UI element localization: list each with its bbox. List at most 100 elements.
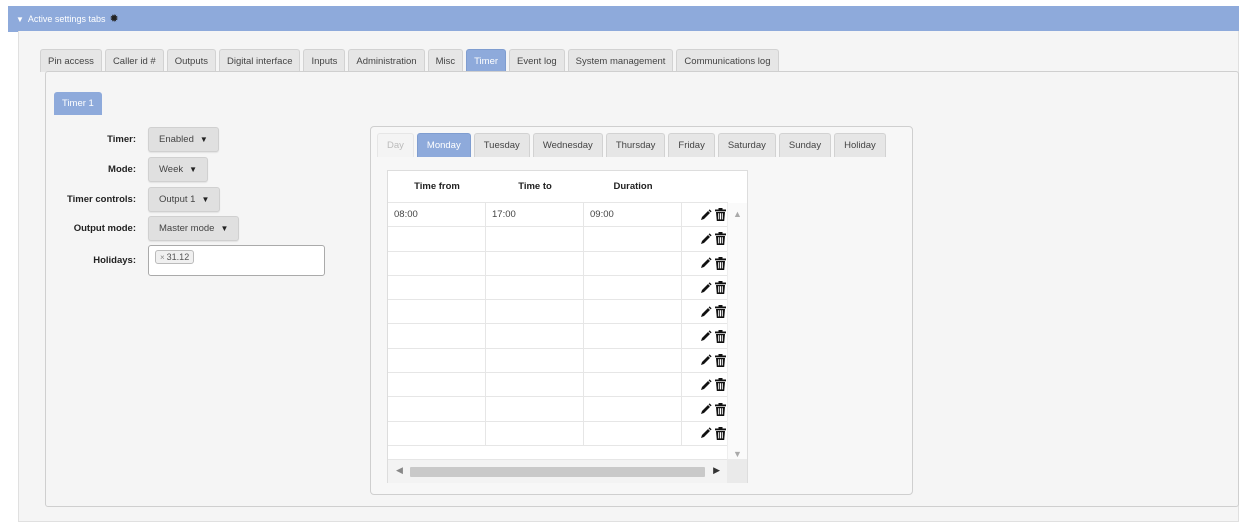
output-mode-dropdown[interactable]: Master mode ▼ [148, 216, 240, 241]
duration-cell[interactable] [584, 421, 682, 445]
trash-icon[interactable] [715, 378, 726, 392]
tab-event-log[interactable]: Event log [509, 49, 565, 72]
settings-header-bar[interactable]: ▼ Active settings tabs ✹ [8, 6, 1239, 32]
tab-caller-id[interactable]: Caller id # [104, 49, 164, 72]
horizontal-scrollbar[interactable]: ◀ ▶ [388, 459, 728, 483]
tab-inputs[interactable]: Inputs [303, 49, 346, 72]
table-row[interactable] [388, 348, 728, 374]
trash-icon[interactable] [715, 208, 726, 222]
time-to-cell[interactable] [486, 251, 584, 275]
day-tab-thursday[interactable]: Thursday [605, 133, 666, 157]
pencil-icon[interactable] [700, 257, 712, 269]
column-header-time-from[interactable]: Time from [388, 181, 486, 192]
pencil-icon[interactable] [700, 233, 712, 245]
trash-icon[interactable] [715, 426, 726, 440]
column-header-duration[interactable]: Duration [584, 181, 682, 192]
trash-icon[interactable] [715, 232, 726, 246]
day-tab-sunday[interactable]: Sunday [778, 133, 832, 157]
scroll-down-icon[interactable]: ▼ [733, 449, 742, 459]
table-row[interactable] [388, 373, 728, 398]
time-from-cell[interactable] [388, 373, 486, 397]
time-to-cell[interactable] [486, 300, 584, 324]
duration-cell[interactable] [584, 251, 682, 275]
day-tab-holiday[interactable]: Holiday [834, 133, 886, 157]
time-from-cell[interactable] [388, 227, 486, 251]
time-from-cell[interactable] [388, 421, 486, 445]
pencil-icon[interactable] [700, 379, 712, 391]
duration-cell[interactable] [584, 324, 682, 348]
timer-controls-dropdown[interactable]: Output 1 ▼ [148, 187, 221, 212]
pencil-icon[interactable] [700, 330, 712, 342]
time-from-cell[interactable] [388, 300, 486, 324]
holiday-chip[interactable]: × 31.12 [155, 250, 195, 264]
time-from-cell[interactable]: 08:00 [388, 203, 486, 227]
time-to-cell[interactable] [486, 397, 584, 421]
scroll-left-icon[interactable]: ◀ [396, 465, 403, 476]
scrollbar-thumb[interactable] [410, 467, 705, 477]
column-header-time-to[interactable]: Time to [486, 181, 584, 192]
table-row[interactable] [388, 300, 728, 325]
tab-timer[interactable]: Timer [466, 49, 507, 72]
duration-cell[interactable] [584, 227, 682, 251]
tab-misc[interactable]: Misc [427, 49, 464, 72]
table-row[interactable] [388, 324, 728, 349]
pencil-icon[interactable] [700, 354, 712, 366]
time-to-cell[interactable] [486, 227, 584, 251]
scroll-up-icon[interactable]: ▲ [733, 209, 742, 219]
duration-cell[interactable] [584, 373, 682, 397]
tab-system-management[interactable]: System management [567, 49, 674, 72]
duration-cell[interactable] [584, 275, 682, 300]
day-tab-friday[interactable]: Friday [668, 133, 715, 157]
vertical-scrollbar[interactable]: ▲ ▼ [727, 203, 747, 459]
table-row[interactable] [388, 421, 728, 446]
table-row[interactable] [388, 397, 728, 422]
day-tab-wednesday[interactable]: Wednesday [532, 133, 603, 157]
pencil-icon[interactable] [700, 427, 712, 439]
day-tab-saturday[interactable]: Saturday [717, 133, 776, 157]
pencil-icon[interactable] [700, 403, 712, 415]
tab-administration[interactable]: Administration [348, 49, 425, 72]
tab-pin-access[interactable]: Pin access [40, 49, 102, 72]
mode-dropdown[interactable]: Week ▼ [148, 157, 209, 182]
time-to-cell[interactable]: 17:00 [486, 203, 584, 227]
time-to-cell[interactable] [486, 373, 584, 397]
trash-icon[interactable] [715, 256, 726, 270]
triangle-down-icon[interactable]: ▼ [16, 15, 24, 24]
chip-remove-icon[interactable]: × [160, 253, 165, 262]
day-tab-monday[interactable]: Monday [416, 133, 471, 157]
trash-icon[interactable] [715, 305, 726, 319]
tab-communications-log[interactable]: Communications log [676, 49, 779, 72]
tab-digital-interface[interactable]: Digital interface [219, 49, 301, 72]
table-row[interactable] [388, 227, 728, 252]
gear-icon[interactable]: ✹ [109, 13, 118, 25]
time-from-cell[interactable] [388, 324, 486, 348]
table-row[interactable]: 08:00 17:00 09:00 [388, 203, 728, 228]
trash-icon[interactable] [715, 402, 726, 416]
pencil-icon[interactable] [700, 209, 712, 221]
time-from-cell[interactable] [388, 397, 486, 421]
time-from-cell[interactable] [388, 275, 486, 300]
trash-icon[interactable] [715, 329, 726, 343]
tab-outputs[interactable]: Outputs [166, 49, 216, 72]
time-to-cell[interactable] [486, 348, 584, 373]
duration-cell[interactable] [584, 300, 682, 324]
pencil-icon[interactable] [700, 306, 712, 318]
duration-cell[interactable] [584, 348, 682, 373]
holidays-input[interactable]: × 31.12 [148, 245, 325, 276]
duration-cell[interactable]: 09:00 [584, 203, 682, 227]
trash-icon[interactable] [715, 281, 726, 295]
time-to-cell[interactable] [486, 324, 584, 348]
day-tab-tuesday[interactable]: Tuesday [473, 133, 530, 157]
scroll-right-icon[interactable]: ▶ [713, 465, 720, 476]
table-row[interactable] [388, 251, 728, 276]
trash-icon[interactable] [715, 353, 726, 367]
pencil-icon[interactable] [700, 281, 712, 294]
duration-cell[interactable] [584, 397, 682, 421]
time-to-cell[interactable] [486, 421, 584, 445]
table-row[interactable] [388, 275, 728, 301]
tab-timer-1[interactable]: Timer 1 [54, 92, 102, 115]
time-from-cell[interactable] [388, 251, 486, 275]
timer-dropdown[interactable]: Enabled ▼ [148, 127, 219, 152]
time-from-cell[interactable] [388, 348, 486, 373]
time-to-cell[interactable] [486, 275, 584, 300]
